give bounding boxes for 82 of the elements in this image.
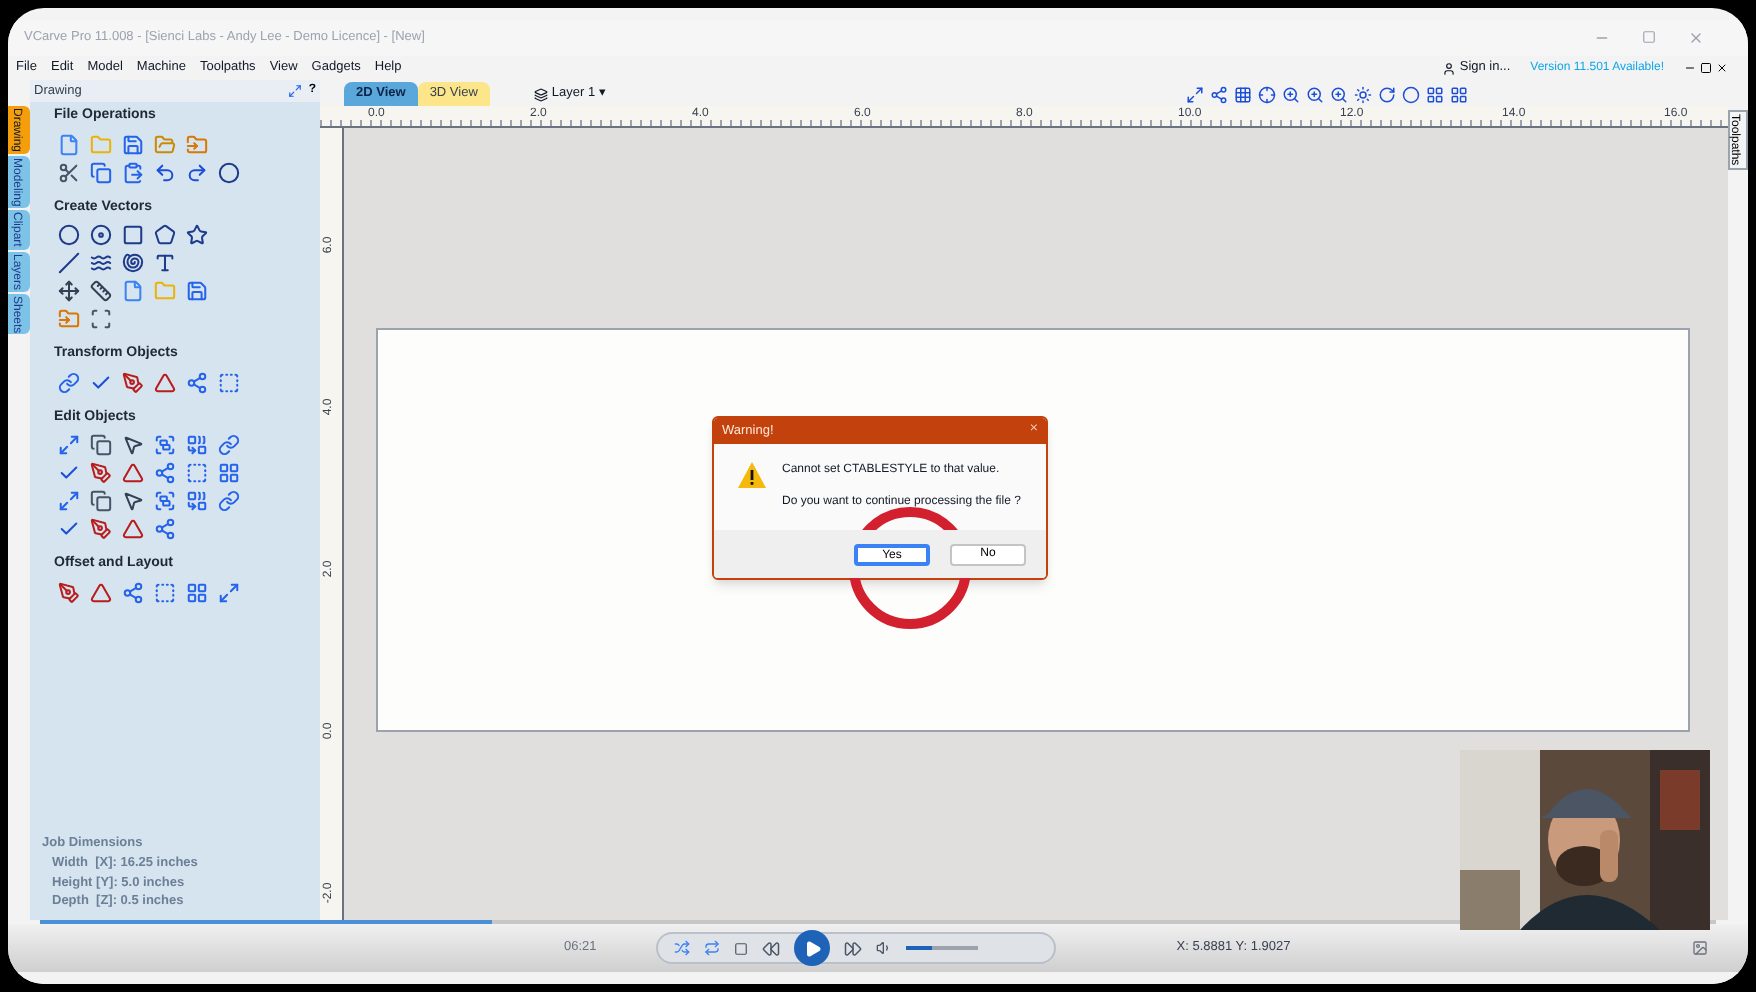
nodes-icon[interactable] xyxy=(154,462,176,484)
check-icon[interactable] xyxy=(90,371,112,393)
pen-icon[interactable] xyxy=(90,518,112,540)
resize-icon[interactable] xyxy=(58,434,80,456)
circle-icon[interactable] xyxy=(218,161,240,183)
combine-icon[interactable] xyxy=(186,434,208,456)
play-icon xyxy=(803,939,822,957)
fast-forward-icon[interactable] xyxy=(844,939,863,957)
copy-icon[interactable] xyxy=(90,161,112,183)
resize-icon[interactable] xyxy=(218,581,240,603)
sun-icon[interactable] xyxy=(1354,86,1372,104)
check-icon[interactable] xyxy=(58,518,80,540)
user-icon xyxy=(1441,61,1456,75)
repeat-icon[interactable] xyxy=(704,940,721,956)
layout-icon[interactable] xyxy=(1450,86,1468,104)
redo-icon[interactable] xyxy=(186,161,208,183)
triangle-icon[interactable] xyxy=(154,371,176,393)
nodes-icon[interactable] xyxy=(186,371,208,393)
link-icon[interactable] xyxy=(218,434,240,456)
pen-icon[interactable] xyxy=(122,371,144,393)
triangle-icon[interactable] xyxy=(122,462,144,484)
group-icon[interactable] xyxy=(154,434,176,456)
zoom-icon[interactable] xyxy=(1306,86,1324,104)
copy-icon[interactable] xyxy=(90,490,112,512)
spiral-icon[interactable] xyxy=(122,252,144,274)
highlight-circle xyxy=(848,506,972,630)
pointer-icon[interactable] xyxy=(122,490,144,512)
nodes-icon[interactable] xyxy=(122,581,144,603)
canvas[interactable] xyxy=(344,128,1728,920)
ellipse-icon[interactable] xyxy=(90,224,112,246)
resize-icon[interactable] xyxy=(58,490,80,512)
zoom-icon[interactable] xyxy=(1282,86,1300,104)
warning-icon xyxy=(738,462,766,488)
layers-icon xyxy=(533,87,548,102)
polygon-icon[interactable] xyxy=(154,224,176,246)
combine-icon[interactable] xyxy=(186,490,208,512)
text-icon[interactable] xyxy=(154,252,176,274)
rotate-icon[interactable] xyxy=(1378,86,1396,104)
layout-icon[interactable] xyxy=(1426,86,1444,104)
dashed-square-icon[interactable] xyxy=(218,371,240,393)
undo-icon[interactable] xyxy=(154,161,176,183)
crosshair-icon[interactable] xyxy=(1258,86,1276,104)
stop-icon[interactable] xyxy=(734,941,749,955)
picture-icon[interactable] xyxy=(1692,940,1708,956)
zoom-icon[interactable] xyxy=(1330,86,1348,104)
clipboard-icon[interactable] xyxy=(122,161,144,183)
save-icon[interactable] xyxy=(186,280,208,302)
square-icon[interactable] xyxy=(122,224,144,246)
select-frame-icon[interactable] xyxy=(90,308,112,330)
volume-icon[interactable] xyxy=(876,940,893,956)
save-icon[interactable] xyxy=(122,133,144,155)
circle-icon[interactable] xyxy=(1402,86,1420,104)
nodes-icon[interactable] xyxy=(154,518,176,540)
move-icon[interactable] xyxy=(58,280,80,302)
dashed-square-icon[interactable] xyxy=(186,462,208,484)
fit-icon[interactable] xyxy=(1186,86,1204,104)
dashed-square-icon[interactable] xyxy=(154,581,176,603)
window-controls-icon[interactable] xyxy=(1684,62,1728,74)
pen-icon[interactable] xyxy=(90,462,112,484)
grid-icon[interactable] xyxy=(1234,86,1252,104)
check-icon[interactable] xyxy=(58,462,80,484)
link-icon[interactable] xyxy=(218,490,240,512)
triangle-icon[interactable] xyxy=(122,518,144,540)
file-icon[interactable] xyxy=(58,133,80,155)
line-icon[interactable] xyxy=(58,252,80,274)
scissors-icon[interactable] xyxy=(58,161,80,183)
shuffle-icon[interactable] xyxy=(674,940,691,956)
link-icon[interactable] xyxy=(58,371,80,393)
wave-icon[interactable] xyxy=(90,252,112,274)
grid-icon[interactable] xyxy=(218,462,240,484)
play-button[interactable] xyxy=(794,930,831,966)
pointer-icon[interactable] xyxy=(122,434,144,456)
rewind-icon[interactable] xyxy=(762,939,781,957)
star-icon[interactable] xyxy=(186,224,208,246)
triangle-icon[interactable] xyxy=(90,581,112,603)
grid-icon[interactable] xyxy=(186,581,208,603)
nodes-icon[interactable] xyxy=(1210,86,1228,104)
copy-icon[interactable] xyxy=(90,434,112,456)
group-icon[interactable] xyxy=(154,490,176,512)
pen-icon[interactable] xyxy=(58,581,80,603)
circle-icon[interactable] xyxy=(58,224,80,246)
ruler-icon[interactable] xyxy=(90,280,112,302)
